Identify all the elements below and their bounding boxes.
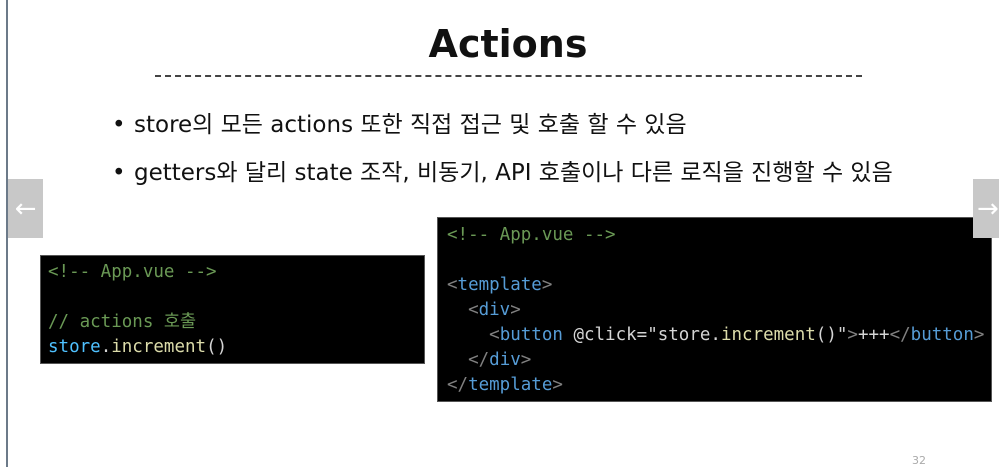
code-line: <div> bbox=[447, 298, 991, 323]
code-token: </ bbox=[889, 325, 911, 345]
code-token: > bbox=[552, 375, 563, 395]
code-line: store.increment() bbox=[48, 335, 424, 360]
code-token: increment bbox=[111, 337, 207, 357]
bullet-item: • store의 모든 actions 또한 직접 접근 및 호출 할 수 있음 bbox=[112, 105, 687, 139]
slide-title: Actions bbox=[428, 22, 588, 66]
code-line bbox=[447, 248, 991, 273]
code-token: increment bbox=[720, 325, 816, 345]
code-line: <button @click="store.increment()">+++</… bbox=[447, 323, 991, 348]
code-token: </ bbox=[447, 375, 469, 395]
code-line bbox=[48, 285, 424, 310]
code-line: </template> bbox=[447, 373, 991, 398]
next-slide-button[interactable]: → bbox=[973, 179, 999, 238]
code-token: < bbox=[447, 275, 458, 295]
bullet-text: getters와 달리 state 조작, 비동기, API 호출이나 다른 로… bbox=[134, 160, 893, 186]
code-token: < bbox=[447, 325, 500, 345]
code-token: button bbox=[910, 325, 974, 345]
code-token: . bbox=[710, 325, 721, 345]
code-token: </ bbox=[447, 350, 490, 370]
code-token: () bbox=[206, 337, 228, 357]
code-token: div bbox=[489, 350, 521, 370]
code-token: . bbox=[100, 337, 112, 357]
code-token: > bbox=[847, 325, 858, 345]
code-line: <!-- App.vue --> bbox=[447, 223, 991, 248]
code-token: > bbox=[973, 325, 985, 345]
code-block-script: <!-- App.vue --> // actions 호출 store.incr… bbox=[40, 255, 425, 364]
bullet-text: store의 모든 actions 또한 직접 접근 및 호출 할 수 있음 bbox=[134, 112, 687, 138]
prev-slide-button[interactable]: ← bbox=[8, 179, 43, 238]
code-token: +++ bbox=[857, 325, 890, 345]
code-token: template bbox=[468, 375, 553, 395]
code-token: div bbox=[478, 300, 511, 320]
bullet-dot: • bbox=[112, 160, 126, 186]
code-token: () bbox=[815, 325, 837, 345]
page-number: 32 bbox=[912, 454, 926, 467]
code-token: store bbox=[657, 325, 711, 345]
code-line: <template> bbox=[447, 273, 991, 298]
arrow-left-icon: ← bbox=[14, 193, 37, 224]
code-token: > bbox=[510, 300, 521, 320]
code-token: > bbox=[520, 350, 532, 370]
code-token: button bbox=[499, 325, 563, 345]
arrow-right-icon: → bbox=[977, 193, 999, 224]
code-line: <!-- App.vue --> bbox=[48, 260, 424, 285]
code-token: // actions 호출 bbox=[48, 312, 197, 332]
code-line: </div> bbox=[447, 348, 991, 373]
code-token: store bbox=[48, 337, 101, 357]
code-token: > bbox=[541, 275, 553, 295]
code-line: // actions 호출 bbox=[48, 310, 424, 335]
code-token: @click=" bbox=[562, 325, 658, 345]
code-token: template bbox=[457, 275, 542, 295]
bullet-item: • getters와 달리 state 조작, 비동기, API 호출이나 다른 … bbox=[112, 153, 893, 187]
code-token: <!-- App.vue --> bbox=[447, 225, 616, 245]
code-block-template: <!-- App.vue --> <template> <div> <butto… bbox=[437, 217, 992, 402]
title-divider bbox=[155, 75, 862, 77]
code-token: <!-- App.vue --> bbox=[48, 262, 217, 282]
code-token: " bbox=[836, 325, 848, 345]
code-token: < bbox=[447, 300, 479, 320]
bullet-dot: • bbox=[112, 112, 126, 138]
